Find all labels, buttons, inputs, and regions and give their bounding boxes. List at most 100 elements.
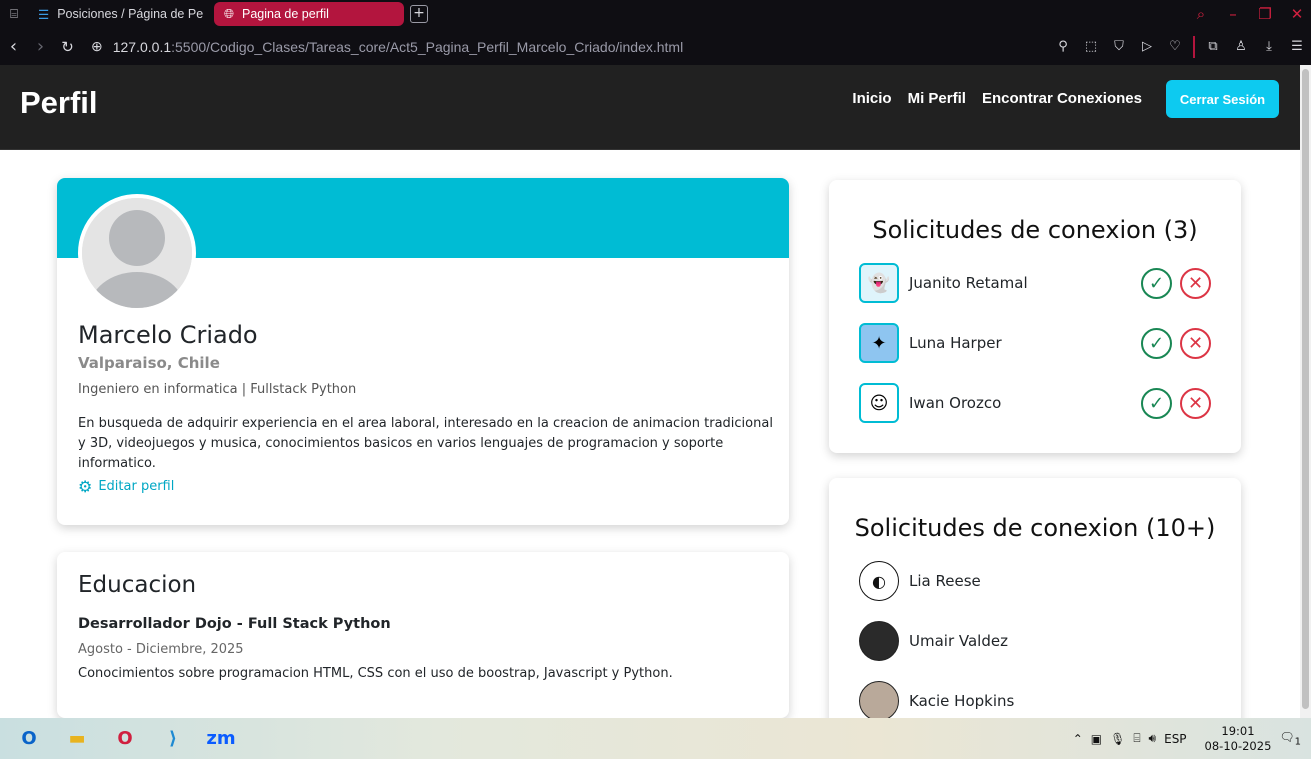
send-icon[interactable]: ▷: [1137, 39, 1157, 54]
education-dates: Agosto - Diciembre, 2025: [78, 642, 244, 657]
list-item: 👻 Juanito Retamal ✓ ✕: [859, 263, 1211, 303]
reject-x-icon[interactable]: ✕: [1180, 327, 1211, 359]
connection-avatar: [859, 621, 899, 661]
tab-pagina-perfil[interactable]: 🌐︎ Pagina de perfil: [214, 2, 404, 26]
notification-icon[interactable]: 🗨︎1: [1279, 730, 1301, 747]
extensions-icon[interactable]: ⧉: [1203, 39, 1223, 54]
meet-icon[interactable]: ▣: [1091, 732, 1102, 746]
globe-icon: 🌐︎: [224, 6, 235, 21]
network-icon[interactable]: ⌸: [1133, 731, 1140, 746]
connection-name: Umair Valdez: [909, 632, 1008, 650]
toolbar-extensions: ⚲ ⬚ ⛉ ▷ ♡ ⧉ ♙ ⤓ ☰: [1053, 28, 1307, 65]
connections-heading: Solicitudes de conexion (10+): [854, 514, 1216, 542]
profile-avatar: [78, 194, 196, 312]
site-navbar: Perfil Inicio Mi Perfil Encontrar Conexi…: [0, 65, 1300, 150]
education-card: Educacion Desarrollador Dojo - Full Stac…: [57, 552, 789, 718]
vscode-icon[interactable]: ⟩: [149, 718, 197, 759]
microphone-icon[interactable]: 🎙︎: [1110, 732, 1125, 746]
minimize-icon[interactable]: –: [1219, 5, 1247, 23]
windows-taskbar: O ▬ O ⟩ zm ⌃ ▣ 🎙︎ ⌸ 🔊︎ ESP 19:01 08-10-2…: [0, 718, 1311, 759]
list-item: ◐ Lia Reese: [859, 561, 1211, 601]
requests-heading: Solicitudes de conexion (3): [872, 216, 1198, 244]
ghost-avatar-icon: 👻: [859, 263, 899, 303]
url-path: :5500/Codigo_Clases/Tareas_core/Act5_Pag…: [171, 38, 684, 55]
toolbar-divider: [1193, 35, 1195, 58]
reload-icon[interactable]: ↻: [54, 38, 81, 56]
request-name: Iwan Orozco: [909, 394, 1002, 412]
brand-title[interactable]: Perfil: [20, 85, 98, 121]
request-name: Juanito Retamal: [909, 274, 1028, 292]
chevron-up-icon[interactable]: ⌃: [1073, 732, 1083, 746]
account-icon[interactable]: ♙: [1231, 39, 1251, 54]
outlook-icon[interactable]: O: [5, 718, 53, 759]
tab-menu-icon[interactable]: ⌸: [0, 0, 28, 28]
volume-icon[interactable]: 🔊︎: [1149, 731, 1157, 746]
scrollbar-thumb[interactable]: [1302, 69, 1309, 709]
shield-icon[interactable]: ⛉: [1109, 39, 1129, 54]
request-name: Luna Harper: [909, 334, 1002, 352]
connection-name: Kacie Hopkins: [909, 692, 1015, 710]
browser-tab-bar: ⌸ ☰ Posiciones / Página de Pe 🌐︎ Pagina …: [0, 0, 1311, 28]
accept-check-icon[interactable]: ✓: [1141, 267, 1172, 299]
file-explorer-icon[interactable]: ▬: [53, 718, 101, 759]
zoom-icon[interactable]: zm: [197, 718, 245, 759]
person-silhouette-icon: [82, 198, 192, 308]
connection-avatar: [859, 681, 899, 718]
boy-avatar-icon: ☺: [859, 383, 899, 423]
requests-card: Solicitudes de conexion (3) 👻 Juanito Re…: [829, 180, 1241, 453]
nav-inicio[interactable]: Inicio: [852, 90, 891, 107]
character-avatar-icon: ✦: [859, 323, 899, 363]
system-tray: ⌃ ▣ 🎙︎ ⌸ 🔊︎ ESP 19:01 08-10-2025 🗨︎1: [1073, 718, 1311, 759]
reject-x-icon[interactable]: ✕: [1180, 387, 1211, 419]
opera-icon[interactable]: O: [101, 718, 149, 759]
heart-icon[interactable]: ♡: [1165, 39, 1185, 54]
reject-x-icon[interactable]: ✕: [1180, 267, 1211, 299]
profile-location: Valparaiso, Chile: [78, 354, 220, 372]
restore-icon[interactable]: ❐: [1251, 5, 1279, 23]
list-item: Umair Valdez: [859, 621, 1211, 661]
list-item: Kacie Hopkins: [859, 681, 1211, 718]
profile-name: Marcelo Criado: [78, 321, 258, 349]
logout-button[interactable]: Cerrar Sesión: [1166, 80, 1279, 118]
edit-profile-label: Editar perfil: [98, 479, 175, 494]
language-indicator[interactable]: ESP: [1164, 732, 1186, 746]
list-item: ✦ Luna Harper ✓ ✕: [859, 323, 1211, 363]
snapshot-icon[interactable]: ⬚: [1081, 39, 1101, 54]
site-info-icon[interactable]: ⊕: [91, 38, 103, 55]
close-icon[interactable]: ✕: [1283, 5, 1311, 23]
back-icon[interactable]: ‹: [0, 36, 27, 57]
pin-icon[interactable]: ⚲: [1053, 39, 1073, 54]
education-title: Desarrollador Dojo - Full Stack Python: [78, 616, 391, 632]
url-field[interactable]: ⊕ 127.0.0.1:5500/Codigo_Clases/Tareas_co…: [91, 38, 683, 55]
profile-description: En busqueda de adquirir experiencia en e…: [78, 416, 773, 471]
list-item: ☺ Iwan Orozco ✓ ✕: [859, 383, 1211, 423]
accept-check-icon[interactable]: ✓: [1141, 327, 1172, 359]
page-viewport: Perfil Inicio Mi Perfil Encontrar Conexi…: [0, 65, 1311, 718]
scrollbar[interactable]: [1300, 65, 1311, 718]
nav-encontrar-conexiones[interactable]: Encontrar Conexiones: [982, 90, 1142, 107]
tab-label: Posiciones / Página de Pe: [57, 7, 204, 21]
clock-time: 19:01: [1221, 723, 1255, 738]
nav-links: Inicio Mi Perfil Encontrar Conexiones: [852, 90, 1142, 107]
download-icon[interactable]: ⤓: [1259, 39, 1279, 54]
profile-job: Ingeniero en informatica | Fullstack Pyt…: [78, 382, 357, 397]
tab-posiciones[interactable]: ☰ Posiciones / Página de Pe: [28, 2, 214, 26]
list-icon: ☰: [38, 7, 50, 22]
gear-icon: ⚙: [78, 477, 93, 496]
clock[interactable]: 19:01 08-10-2025: [1205, 724, 1272, 754]
clock-date: 08-10-2025: [1204, 738, 1272, 753]
connections-card: Solicitudes de conexion (10+) ◐ Lia Rees…: [829, 478, 1241, 718]
accept-check-icon[interactable]: ✓: [1141, 387, 1172, 419]
connection-avatar: ◐: [859, 561, 899, 601]
nav-mi-perfil[interactable]: Mi Perfil: [908, 90, 966, 107]
menu-icon[interactable]: ☰: [1287, 39, 1307, 54]
forward-icon[interactable]: ›: [27, 36, 54, 57]
window-controls: ⌕ – ❐ ✕: [1187, 0, 1311, 28]
search-icon[interactable]: ⌕: [1187, 5, 1215, 23]
education-text: Conocimientos sobre programacion HTML, C…: [78, 666, 673, 681]
new-tab-button[interactable]: +: [410, 5, 428, 23]
edit-profile-link[interactable]: ⚙ Editar perfil: [78, 477, 174, 496]
connection-name: Lia Reese: [909, 572, 981, 590]
profile-card: Marcelo Criado Valparaiso, Chile Ingenie…: [57, 178, 789, 525]
address-bar: ‹ › ↻ ⊕ 127.0.0.1:5500/Codigo_Clases/Tar…: [0, 28, 1311, 65]
